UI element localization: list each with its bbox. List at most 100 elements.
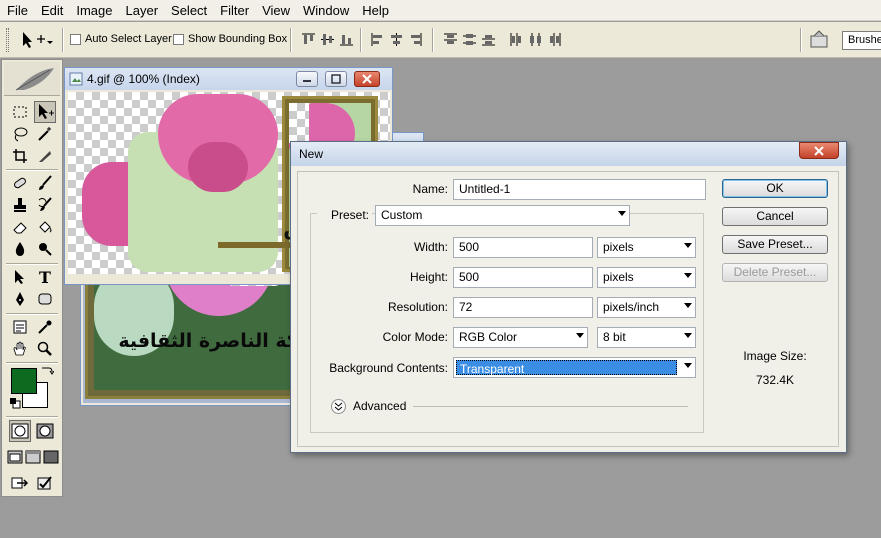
path-selection-tool[interactable] [9, 266, 31, 288]
auto-select-layer-checkbox[interactable]: Auto Select Layer [70, 33, 172, 45]
menu-filter[interactable]: Filter [213, 0, 255, 21]
crop-icon [13, 149, 27, 163]
full-screen-mode-button[interactable] [42, 446, 60, 468]
hand-tool[interactable] [9, 338, 31, 360]
close-icon [814, 145, 824, 156]
eyedropper-tool[interactable] [34, 316, 56, 338]
toolbox-header[interactable] [4, 62, 60, 96]
menu-help[interactable]: Help [355, 0, 395, 21]
slice-tool[interactable] [34, 145, 56, 167]
checkbox-box[interactable] [173, 33, 184, 45]
healing-brush-tool[interactable] [9, 172, 31, 194]
ok-button[interactable]: OK [722, 179, 828, 198]
full-screen-menubar-button[interactable] [24, 446, 42, 468]
resolution-unit-dropdown[interactable]: pixels/inch [597, 297, 696, 318]
checkbox-box[interactable] [70, 33, 81, 45]
tool-preset-picker[interactable] [18, 30, 56, 50]
align-left-edges-icon[interactable] [370, 32, 385, 47]
color-mode-value: RGB Color [459, 330, 518, 344]
paint-bucket-tool[interactable] [34, 216, 56, 238]
notes-tool[interactable] [9, 316, 31, 338]
clone-stamp-tool[interactable] [9, 194, 31, 216]
preset-dropdown[interactable]: Custom [375, 205, 630, 226]
name-label: Name: [412, 182, 448, 196]
advanced-toggle-button[interactable] [331, 399, 346, 414]
tool-separator [6, 362, 58, 364]
cancel-button[interactable]: Cancel [722, 207, 828, 226]
distribute-vertical-centers-icon[interactable] [462, 32, 477, 47]
distribute-bottom-edges-icon[interactable] [481, 32, 496, 47]
advanced-label: Advanced [353, 399, 407, 413]
dodge-tool[interactable] [34, 238, 56, 260]
preset-value: Custom [381, 208, 423, 222]
default-colors-icon[interactable] [9, 397, 21, 409]
jump-to-imageready-button[interactable] [9, 472, 31, 494]
menu-edit[interactable]: Edit [34, 0, 69, 21]
move-tool[interactable] [34, 101, 56, 123]
height-input[interactable]: 500 [453, 267, 593, 288]
align-right-edges-icon[interactable] [408, 32, 423, 47]
shape-tool[interactable] [34, 288, 56, 310]
delete-preset-button[interactable]: Delete Preset... [722, 263, 828, 282]
brushes-palette-tab[interactable]: Brushes [842, 31, 881, 50]
crop-tool[interactable] [9, 145, 31, 167]
menu-select[interactable]: Select [164, 0, 213, 21]
type-tool[interactable]: T [34, 266, 56, 288]
type-t-icon: T [39, 269, 51, 285]
magic-wand-tool[interactable] [34, 123, 56, 145]
path-selection-arrow-icon [15, 270, 24, 284]
background-contents-dropdown[interactable]: Transparent [453, 357, 696, 378]
maximize-button[interactable] [325, 71, 347, 87]
show-bounding-box-checkbox[interactable]: Show Bounding Box [173, 33, 287, 45]
distribute-horizontal-centers-icon[interactable] [528, 32, 543, 47]
swap-colors-icon[interactable] [40, 365, 54, 377]
pen-tool[interactable] [9, 288, 31, 310]
distribute-top-edges-icon[interactable] [443, 32, 458, 47]
close-icon [362, 74, 372, 84]
bit-depth-dropdown[interactable]: 8 bit [597, 327, 696, 348]
dropdown-arrow-icon [618, 211, 626, 216]
hand-icon [13, 341, 26, 356]
resolution-input[interactable]: 72 [453, 297, 593, 318]
align-vertical-centers-icon[interactable] [320, 32, 335, 47]
options-bar-grip[interactable] [6, 28, 9, 52]
align-top-edges-icon[interactable] [301, 32, 316, 47]
height-unit-dropdown[interactable]: pixels [597, 267, 696, 288]
document-file-icon [69, 72, 83, 86]
color-mode-dropdown[interactable]: RGB Color [453, 327, 588, 348]
save-preset-button[interactable]: Save Preset... [722, 235, 828, 254]
brush-tool[interactable] [34, 172, 56, 194]
imageready-button[interactable] [34, 472, 56, 494]
lasso-tool[interactable] [9, 123, 31, 145]
width-unit-dropdown[interactable]: pixels [597, 237, 696, 258]
history-brush-tool[interactable] [34, 194, 56, 216]
blur-tool[interactable] [9, 238, 31, 260]
distribute-right-edges-icon[interactable] [547, 32, 562, 47]
name-input[interactable]: Untitled-1 [453, 179, 706, 200]
foreground-color-swatch[interactable] [11, 368, 37, 394]
eraser-tool[interactable] [9, 216, 31, 238]
menu-layer[interactable]: Layer [119, 0, 165, 21]
standard-mode-button[interactable] [9, 420, 31, 442]
menu-view[interactable]: View [255, 0, 296, 21]
rect-marquee-tool[interactable] [9, 101, 31, 123]
dialog-close-button[interactable] [799, 142, 839, 159]
width-input[interactable]: 500 [453, 237, 593, 258]
tool-separator [6, 263, 58, 265]
standard-screen-mode-button[interactable] [6, 446, 24, 468]
maximize-icon [331, 74, 341, 84]
quick-mask-mode-button[interactable] [34, 420, 56, 442]
palette-well-icon[interactable] [808, 28, 830, 52]
align-bottom-edges-icon[interactable] [339, 32, 354, 47]
menu-image[interactable]: Image [69, 0, 118, 21]
zoom-magnifier-icon [37, 341, 52, 356]
bandage-icon [14, 177, 26, 189]
minimize-button[interactable] [296, 71, 318, 87]
dialog-title-bar[interactable]: New [291, 142, 846, 166]
close-button[interactable] [354, 71, 380, 87]
menu-window[interactable]: Window [296, 0, 355, 21]
align-horizontal-centers-icon[interactable] [389, 32, 404, 47]
zoom-tool[interactable] [34, 338, 56, 360]
menu-file[interactable]: File [0, 0, 34, 21]
distribute-left-edges-icon[interactable] [509, 32, 524, 47]
